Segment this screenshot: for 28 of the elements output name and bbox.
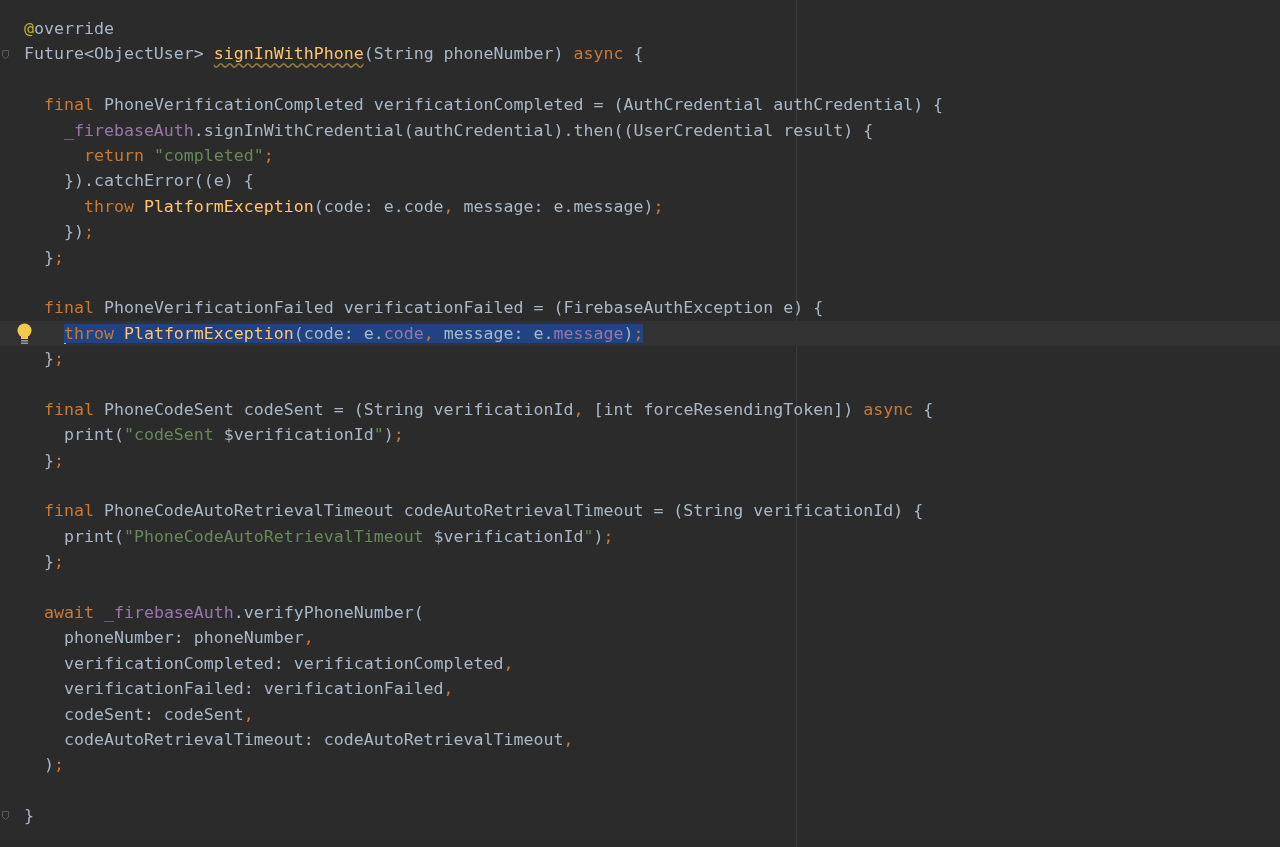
lightbulb-icon[interactable] [16,322,33,344]
code-line: final PhoneVerificationFailed verificationFailed = (FirebaseAuthException e) { [42,297,824,320]
code-line: }; [42,551,64,574]
fold-marker-icon[interactable] [2,49,9,59]
code-line: }; [42,348,64,371]
code-line: throw PlatformException(code: e.code, message: e.message); [82,195,664,218]
code-line: }); [62,221,94,244]
code-line: verificationFailed: verificationFailed, [62,678,454,701]
code-line: Future<ObjectUser> signInWithPhone(String phoneNumber) async { [24,43,644,66]
code-line: final PhoneCodeAutoRetrievalTimeout codeAutoRetrievalTimeout = (String verificationId) { [42,500,924,523]
code-line: print("PhoneCodeAutoRetrievalTimeout $verificationId"); [62,525,614,548]
code-line: ); [42,754,64,777]
code-line: print("codeSent $verificationId"); [62,424,404,447]
code-line: verificationCompleted: verificationCompleted, [62,652,514,675]
code-line: await _firebaseAuth.verifyPhoneNumber( [42,602,424,624]
code-line: } [24,805,34,828]
code-line: _firebaseAuth.signInWithCredential(authCredential).then((UserCredential result) { [62,119,874,142]
code-line: codeSent: codeSent, [62,703,254,726]
code-line: final PhoneCodeSent codeSent = (String verificationId, [int forceResendingToken]) async { [42,398,934,421]
code-line: return "completed"; [82,144,274,167]
code-line: phoneNumber: phoneNumber, [62,627,314,650]
code-line: }).catchError((e) { [62,170,254,193]
code-line: }; [42,449,64,472]
code-line: final PhoneVerificationCompleted verificationCompleted = (AuthCredential authCredential) { [42,94,944,117]
code-line: codeAutoRetrievalTimeout: codeAutoRetrievalTimeout, [62,728,574,751]
code-line: }; [42,246,64,269]
code-line: @override [24,18,114,40]
fold-marker-icon[interactable] [2,811,9,821]
